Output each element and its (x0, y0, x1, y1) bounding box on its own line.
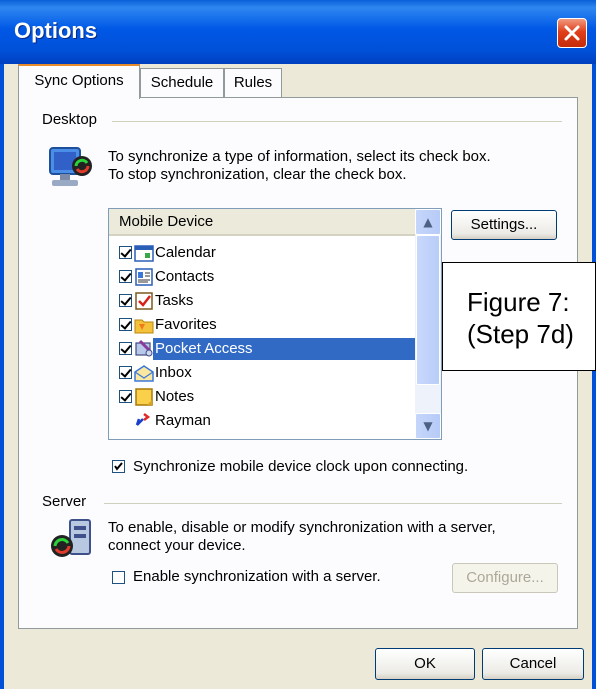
server-sync-icon (51, 519, 91, 557)
item-label: Inbox (155, 364, 192, 381)
item-checkbox[interactable] (119, 246, 132, 259)
chevron-down-icon: ▼ (423, 419, 433, 433)
desktop-desc-line2: To stop synchronization, clear the check… (108, 166, 407, 183)
server-divider (104, 503, 562, 504)
configure-button[interactable]: Configure... (452, 563, 558, 593)
item-checkbox[interactable] (119, 318, 132, 331)
server-heading: Server (42, 493, 87, 510)
checkmark-icon (114, 462, 123, 471)
item-checkbox[interactable] (119, 342, 132, 355)
rayman-icon (135, 413, 151, 426)
options-dialog: Options Sync Options Schedule Rules Desk… (0, 0, 596, 689)
ok-button[interactable]: OK (375, 648, 475, 680)
list-item[interactable]: Notes (109, 385, 415, 409)
clock-sync-checkbox[interactable] (112, 460, 125, 473)
item-checkbox[interactable] (119, 390, 132, 403)
desktop-divider (112, 121, 562, 122)
item-label: Tasks (155, 292, 194, 309)
calendar-icon (134, 245, 154, 262)
pocket-access-icon (135, 339, 153, 357)
server-desc-line1: To enable, disable or modify synchroniza… (108, 519, 496, 536)
desktop-sync-icon (49, 147, 92, 186)
list-item-selected[interactable]: Pocket Access (109, 337, 415, 361)
list-header-mobile-device[interactable]: Mobile Device (109, 209, 415, 236)
list-header-label: Mobile Device (119, 213, 214, 230)
tasks-icon (135, 292, 153, 310)
scroll-thumb[interactable] (416, 235, 440, 385)
contacts-icon (135, 268, 153, 286)
list-item[interactable]: Calendar (109, 241, 415, 265)
settings-button[interactable]: Settings... (451, 210, 557, 240)
scroll-down-button[interactable]: ▼ (415, 413, 441, 439)
item-checkbox[interactable] (119, 270, 132, 283)
server-desc-line2: connect your device. (108, 537, 246, 554)
list-item[interactable]: Favorites (109, 313, 415, 337)
desktop-desc-line1: To synchronize a type of information, se… (108, 148, 491, 165)
item-label: Favorites (155, 316, 217, 333)
list-item[interactable]: Tasks (109, 289, 415, 313)
list-item[interactable]: Rayman (109, 409, 415, 433)
list-item[interactable]: Inbox (109, 361, 415, 385)
item-checkbox[interactable] (119, 366, 132, 379)
item-label: Pocket Access (155, 340, 253, 357)
clock-sync-label[interactable]: Synchronize mobile device clock upon con… (133, 458, 468, 475)
cancel-button[interactable]: Cancel (482, 648, 584, 680)
item-label: Rayman (155, 412, 211, 429)
list-scrollbar[interactable]: ▲ ▼ (415, 209, 441, 439)
chevron-up-icon: ▲ (423, 215, 433, 229)
item-label: Contacts (155, 268, 215, 285)
scroll-up-button[interactable]: ▲ (415, 209, 441, 235)
desktop-heading: Desktop (42, 111, 98, 128)
item-label: Notes (155, 388, 195, 405)
inbox-icon (134, 365, 154, 382)
annotation-line2: (Step 7d) (467, 319, 574, 349)
enable-server-checkbox[interactable] (112, 571, 125, 584)
sync-items-list[interactable]: Mobile Device Calendar Contacts Tasks Fa… (108, 208, 442, 440)
figure-annotation: Figure 7: (Step 7d) (442, 262, 596, 371)
item-label: Calendar (155, 244, 216, 261)
list-item[interactable]: Contacts (109, 265, 415, 289)
item-checkbox[interactable] (119, 294, 132, 307)
annotation-line1: Figure 7: (467, 287, 570, 317)
notes-icon (135, 388, 153, 406)
enable-server-label[interactable]: Enable synchronization with a server. (133, 568, 381, 585)
favorites-icon (134, 319, 154, 334)
